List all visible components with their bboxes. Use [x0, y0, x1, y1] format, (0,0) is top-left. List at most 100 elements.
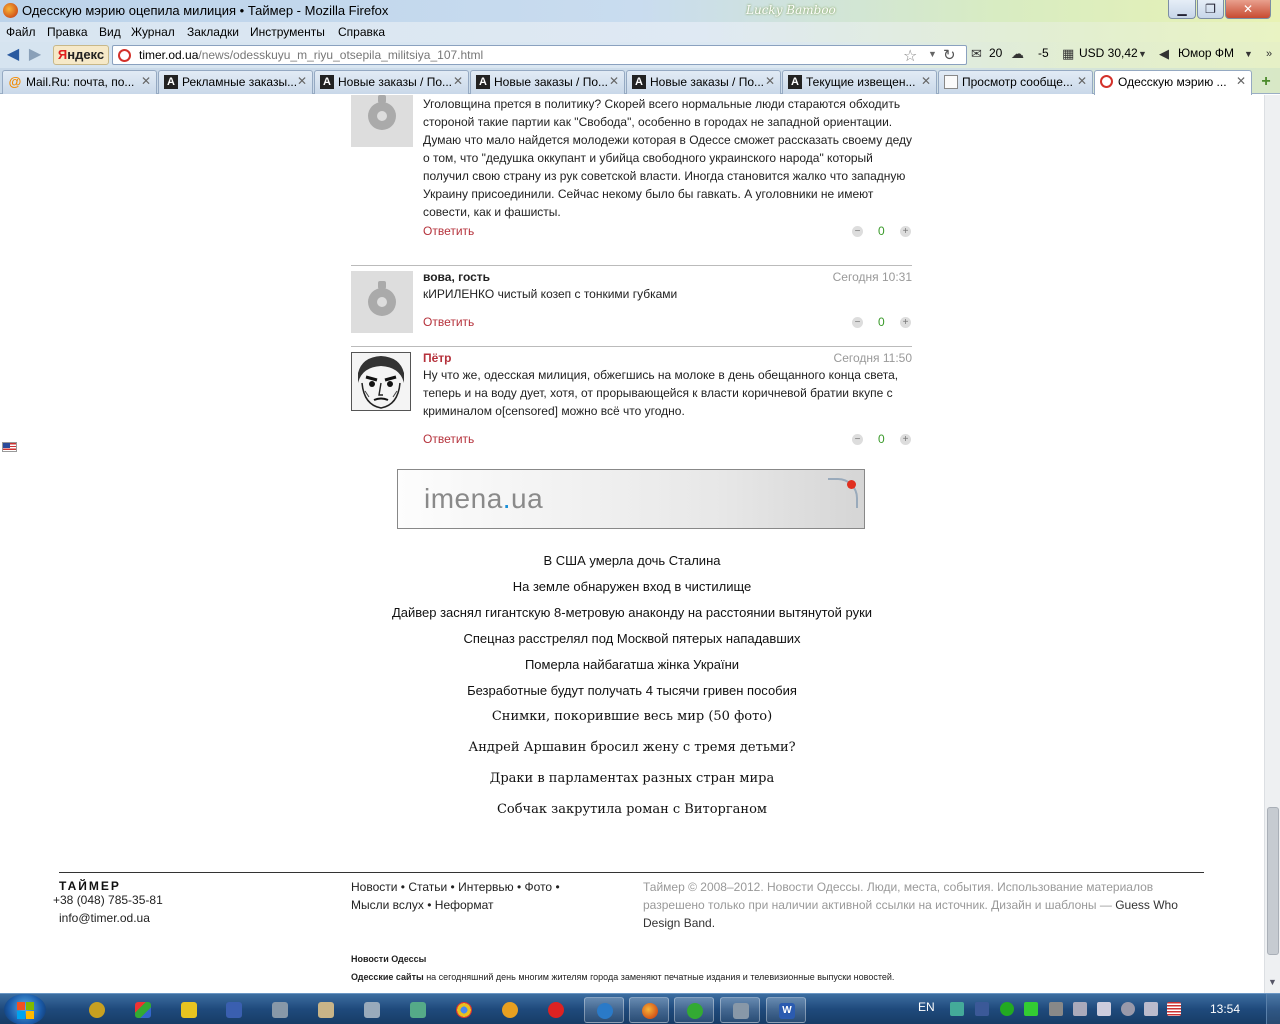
- footer-nav-line1[interactable]: Новости • Статьи • Интервью • Фото •: [351, 880, 560, 894]
- tab-close-icon[interactable]: ✕: [609, 74, 619, 88]
- tab-mailru[interactable]: @ Mail.Ru: почта, по... ✕: [2, 70, 157, 94]
- promo-link[interactable]: Снимки, покорившие весь мир (50 фото): [0, 709, 1264, 724]
- menu-view[interactable]: Вид: [99, 25, 121, 39]
- taskbar-app-7[interactable]: [352, 997, 392, 1023]
- speaker-muted-icon[interactable]: [1144, 1002, 1158, 1016]
- close-button[interactable]: ✕: [1225, 0, 1271, 19]
- tab-close-icon[interactable]: ✕: [921, 74, 931, 88]
- footer-nav-line2[interactable]: Мысли вслух • Неформат: [351, 898, 494, 912]
- tray-icon[interactable]: [1121, 1002, 1135, 1016]
- taskbar-app-15[interactable]: [720, 997, 760, 1023]
- us-flag-icon[interactable]: [2, 442, 17, 452]
- taskbar-app-5[interactable]: [260, 997, 300, 1023]
- address-bar[interactable]: timer.od.ua/news/odesskuyu_m_riyu_otsepi…: [112, 45, 967, 65]
- taskbar-word[interactable]: W: [766, 997, 806, 1023]
- reply-link[interactable]: Ответить: [423, 315, 474, 329]
- menu-file[interactable]: Файл: [6, 25, 36, 39]
- promo-link[interactable]: Дайвер заснял гигантскую 8-метровую анак…: [0, 605, 1264, 620]
- show-desktop-button[interactable]: [1266, 994, 1280, 1024]
- currency-rate[interactable]: USD 30,42: [1079, 46, 1138, 60]
- vote-up-button[interactable]: +: [900, 434, 911, 445]
- url-dropdown-icon[interactable]: ▼: [928, 49, 937, 59]
- language-indicator[interactable]: EN: [918, 1000, 935, 1014]
- taskbar-app-3[interactable]: [169, 997, 209, 1023]
- reply-link[interactable]: Ответить: [423, 224, 474, 238]
- promo-link[interactable]: Драки в парламентах разных стран мира: [0, 771, 1264, 786]
- clock[interactable]: 13:54: [1210, 1002, 1240, 1016]
- scroll-down-arrow-icon[interactable]: ▼: [1268, 977, 1277, 987]
- start-button[interactable]: [4, 994, 46, 1024]
- currency-dropdown-icon[interactable]: ▼: [1138, 49, 1147, 59]
- vote-up-button[interactable]: +: [900, 317, 911, 328]
- minimize-button[interactable]: ▁: [1168, 0, 1196, 19]
- menu-tools[interactable]: Инструменты: [250, 25, 325, 39]
- radio-station[interactable]: Юмор ФМ: [1178, 46, 1234, 60]
- yandex-logo[interactable]: Яндекс: [53, 45, 109, 65]
- mail-envelope-icon[interactable]: ✉: [971, 46, 982, 62]
- speaker-icon[interactable]: ◀: [1159, 46, 1169, 62]
- tab-new-orders-2[interactable]: A Новые заказы / По... ✕: [470, 70, 625, 94]
- taskbar-app-1[interactable]: [77, 997, 117, 1023]
- tab-new-orders-1[interactable]: A Новые заказы / По... ✕: [314, 70, 469, 94]
- imena-ad-banner[interactable]: imena.ua: [397, 469, 865, 529]
- toolbar-overflow-icon[interactable]: »: [1266, 48, 1272, 60]
- facebook-icon[interactable]: [975, 1002, 989, 1016]
- reply-link[interactable]: Ответить: [423, 432, 474, 446]
- menu-history[interactable]: Журнал: [131, 25, 175, 39]
- taskbar-app-12[interactable]: [584, 997, 624, 1023]
- taskbar-app-6[interactable]: [306, 997, 346, 1023]
- weather-temp[interactable]: -5: [1038, 46, 1049, 60]
- tab-close-icon[interactable]: ✕: [453, 74, 463, 88]
- footer-email[interactable]: info@timer.od.ua: [59, 911, 150, 925]
- tab-close-icon[interactable]: ✕: [1077, 74, 1087, 88]
- promo-link[interactable]: Андрей Аршавин бросил жену с тремя детьм…: [0, 740, 1264, 755]
- forward-button[interactable]: ▶: [26, 45, 44, 65]
- tab-close-icon[interactable]: ✕: [141, 74, 151, 88]
- tab-message-view[interactable]: Просмотр сообще... ✕: [938, 70, 1093, 94]
- tab-close-icon[interactable]: ✕: [297, 74, 307, 88]
- taskbar-opera[interactable]: [536, 997, 576, 1023]
- taskbar-app-4[interactable]: [214, 997, 254, 1023]
- menu-help[interactable]: Справка: [338, 25, 385, 39]
- taskbar-app-10[interactable]: [490, 997, 530, 1023]
- footer-logo[interactable]: ТАЙМЕР: [59, 879, 121, 893]
- new-tab-button[interactable]: +: [1256, 72, 1276, 92]
- promo-link[interactable]: В США умерла дочь Сталина: [0, 553, 1264, 568]
- scroll-thumb[interactable]: [1267, 807, 1279, 955]
- url-text[interactable]: timer.od.ua/news/odesskuyu_m_riyu_otsepi…: [139, 48, 483, 62]
- volume-icon[interactable]: [1097, 1002, 1111, 1016]
- maximize-button[interactable]: ❐: [1197, 0, 1224, 19]
- vote-down-button[interactable]: −: [852, 434, 863, 445]
- mail-count[interactable]: 20: [989, 46, 1002, 60]
- taskbar-app-8[interactable]: [398, 997, 438, 1023]
- tray-icon[interactable]: [1049, 1002, 1063, 1016]
- vertical-scrollbar[interactable]: ▼: [1264, 95, 1280, 993]
- tray-icon[interactable]: [1024, 1002, 1038, 1016]
- chart-icon[interactable]: ▦: [1062, 46, 1074, 62]
- radio-dropdown-icon[interactable]: ▼: [1244, 49, 1253, 59]
- vote-up-button[interactable]: +: [900, 226, 911, 237]
- tray-icon[interactable]: [1073, 1002, 1087, 1016]
- tray-icon[interactable]: [1000, 1002, 1014, 1016]
- taskbar-app-14[interactable]: [674, 997, 714, 1023]
- taskbar-chrome[interactable]: [444, 997, 484, 1023]
- tab-ad-orders[interactable]: A Рекламные заказы... ✕: [158, 70, 313, 94]
- menu-bookmarks[interactable]: Закладки: [187, 25, 239, 39]
- taskbar-firefox[interactable]: [629, 997, 669, 1023]
- comment-author[interactable]: Пётр: [423, 351, 452, 365]
- promo-link[interactable]: Безработные будут получать 4 тысячи грив…: [0, 683, 1264, 698]
- vote-down-button[interactable]: −: [852, 317, 863, 328]
- taskbar-app-2[interactable]: [123, 997, 163, 1023]
- tab-timer-active[interactable]: Одесскую мэрию ... ✕: [1094, 70, 1252, 95]
- tray-icon[interactable]: [950, 1002, 964, 1016]
- reload-icon[interactable]: ↻: [943, 46, 956, 64]
- tab-close-icon[interactable]: ✕: [1236, 74, 1246, 88]
- weather-cloud-icon[interactable]: ☁: [1011, 46, 1024, 62]
- promo-link[interactable]: Померла найбагатша жінка України: [0, 657, 1264, 672]
- menu-edit[interactable]: Правка: [47, 25, 88, 39]
- tab-current-notices[interactable]: A Текущие извещен... ✕: [782, 70, 937, 94]
- back-button[interactable]: ◀: [4, 45, 22, 65]
- tab-close-icon[interactable]: ✕: [765, 74, 775, 88]
- promo-link[interactable]: На земле обнаружен вход в чистилище: [0, 579, 1264, 594]
- promo-link[interactable]: Спецназ расстрелял под Москвой пятерых н…: [0, 631, 1264, 646]
